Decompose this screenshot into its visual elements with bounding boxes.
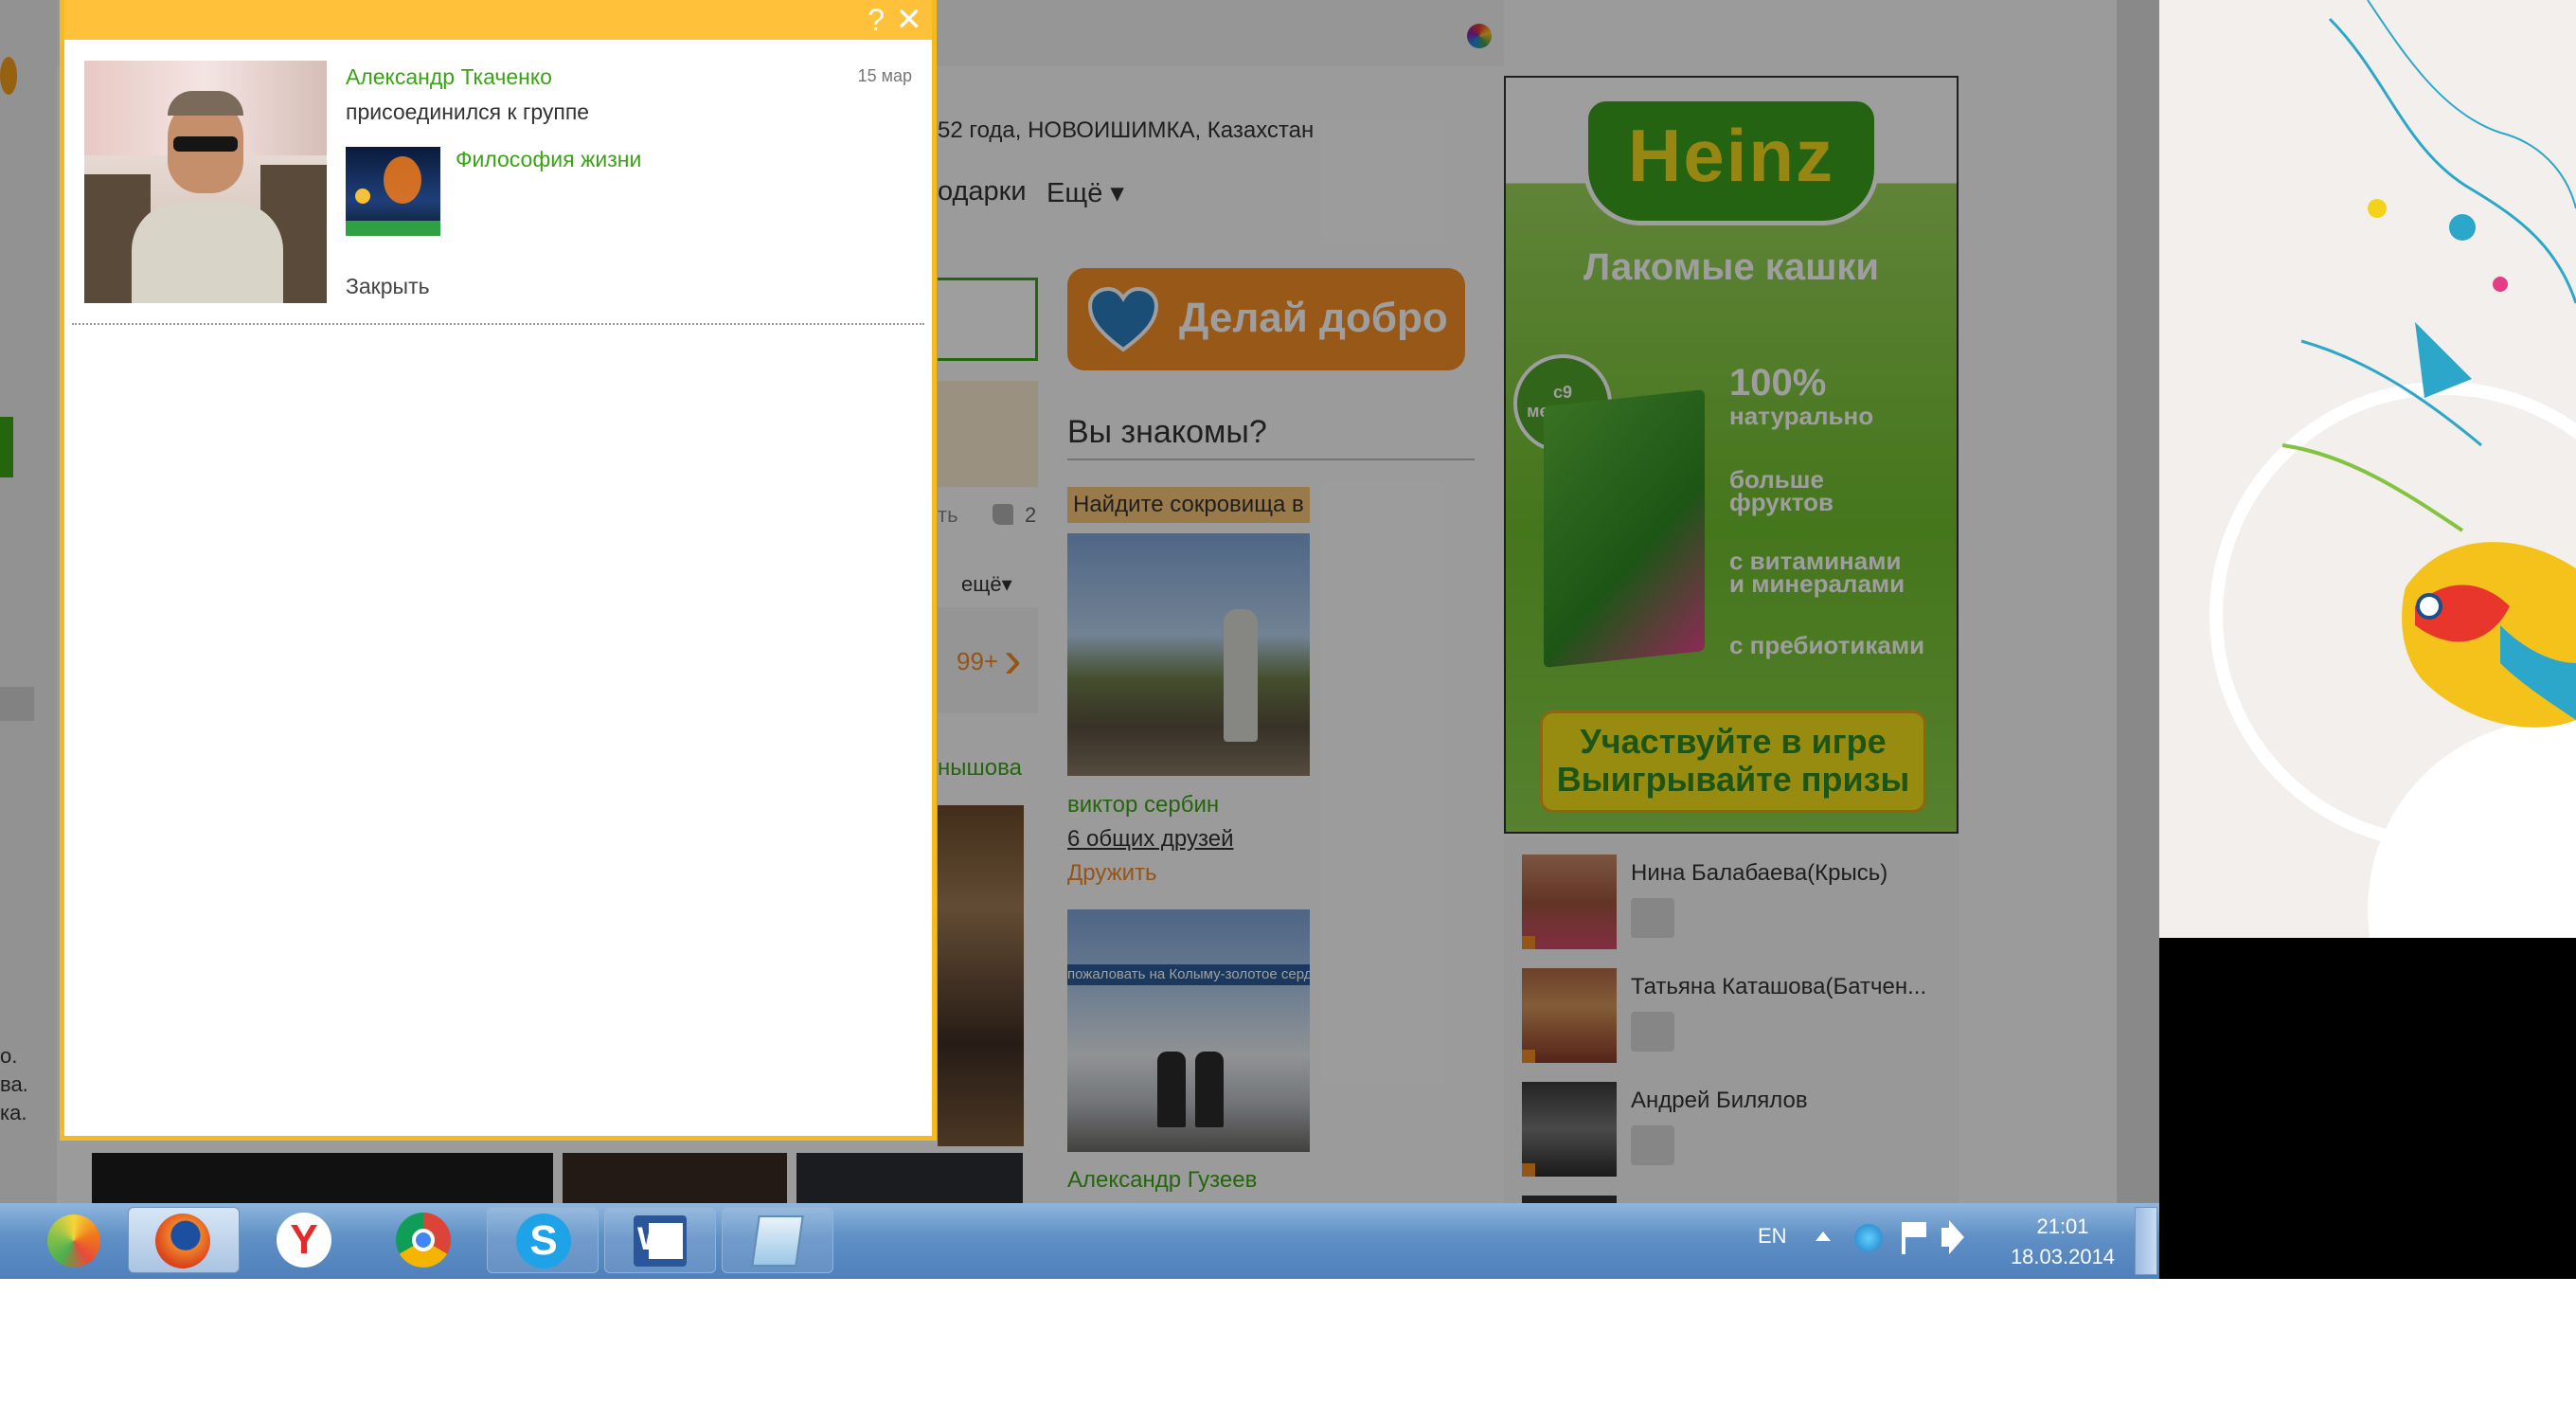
flag-cloth (1905, 1222, 1926, 1237)
close-link[interactable]: Закрыть (346, 274, 430, 299)
word-letter: W (637, 1221, 669, 1257)
volume-icon[interactable] (1941, 1220, 1964, 1254)
tree-icon (384, 156, 421, 204)
avatar-hair (168, 91, 243, 116)
show-desktop-button[interactable] (2135, 1207, 2157, 1275)
volume-cone (1949, 1220, 1964, 1254)
help-button[interactable]: ? (868, 3, 885, 38)
word-icon: W (634, 1215, 687, 1267)
taskbar-skype[interactable]: S (487, 1207, 599, 1273)
chrome-icon (396, 1213, 451, 1268)
taskbar-launcher[interactable] (19, 1207, 131, 1273)
clock-time[interactable]: 21:01 (2006, 1214, 2120, 1239)
network-icon[interactable] (1854, 1224, 1883, 1252)
user-avatar[interactable] (84, 61, 327, 303)
taskbar-yandex-browser[interactable]: Y (248, 1207, 360, 1273)
close-icon[interactable]: ✕ (896, 1, 923, 39)
yandex-icon: Y (277, 1213, 331, 1268)
divider (72, 323, 924, 325)
thumbnail-banner (346, 221, 440, 236)
clock-date[interactable]: 18.03.2014 (2006, 1245, 2120, 1269)
chrome-center (412, 1229, 435, 1251)
notification-user-name[interactable]: Александр Ткаченко (346, 64, 552, 90)
group-thumbnail[interactable] (346, 147, 440, 236)
wallpaper-art (2209, 0, 2576, 938)
taskbar-firefox[interactable] (128, 1207, 240, 1273)
notification-action: присоединился к группе (346, 99, 590, 124)
tray-expand-icon[interactable] (1816, 1232, 1831, 1241)
notification-date: 15 мар (857, 66, 912, 85)
avatar-shirt (132, 203, 283, 303)
popup-header: ? ✕ (64, 0, 932, 40)
yandex-letter: Y (290, 1216, 318, 1263)
desktop-black-area (2159, 938, 2576, 1279)
firefox-icon (155, 1214, 210, 1268)
notification-popup: ? ✕ Александр Ткаченко 15 мар присоедини… (60, 0, 937, 1141)
sun-icon (355, 189, 370, 204)
language-indicator[interactable]: EN (1758, 1224, 1787, 1249)
sunglasses-icon (173, 136, 238, 152)
desktop-wallpaper (2159, 0, 2576, 938)
screen: о. ва. ка. 52 года, НОВОИШИМКА, Казахста… (0, 0, 2159, 1279)
taskbar-chrome[interactable] (367, 1207, 479, 1273)
taskbar-notepad[interactable] (722, 1207, 833, 1273)
launcher-icon (47, 1214, 100, 1268)
skype-icon: S (516, 1214, 571, 1268)
notepad-icon (751, 1215, 804, 1267)
skype-letter: S (529, 1217, 558, 1264)
taskbar-word[interactable]: W (604, 1207, 716, 1273)
flag-icon[interactable] (1902, 1222, 1926, 1254)
group-name-link[interactable]: Философия жизни (456, 147, 641, 172)
taskbar: Y S W EN 21:01 18.03.2014 (0, 1203, 2159, 1279)
